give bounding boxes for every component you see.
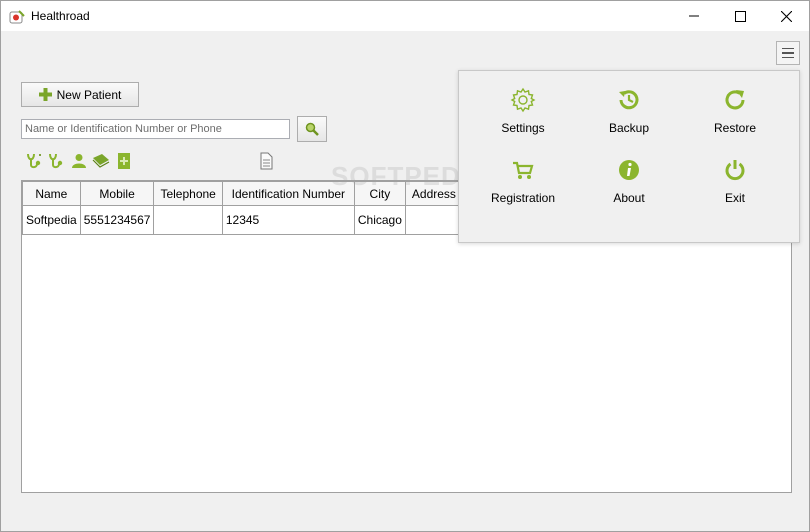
cell-city: Chicago [353, 205, 406, 235]
column-header-mobile[interactable]: Mobile [79, 181, 155, 206]
search-input[interactable] [21, 119, 290, 139]
maximize-icon [734, 10, 746, 22]
window-title: Healthroad [31, 9, 90, 23]
menu-item-label: About [613, 191, 645, 205]
close-button[interactable] [763, 1, 809, 31]
document-plus-icon[interactable] [115, 152, 133, 170]
column-header-telephone[interactable]: Telephone [153, 181, 223, 206]
search-button[interactable] [297, 116, 327, 142]
cell-mobile: 5551234567 [79, 205, 155, 235]
table-row[interactable]: Softpedia 5551234567 12345 Chicago [22, 205, 463, 235]
menu-item-restore[interactable]: Restore [685, 83, 785, 145]
report-document-icon[interactable] [257, 152, 275, 170]
menu-item-label: Backup [608, 121, 650, 135]
main-menu-panel: Settings Backup Restore Registration Abo… [458, 70, 800, 243]
menu-item-settings[interactable]: Settings [473, 83, 573, 145]
maximize-button[interactable] [717, 1, 763, 31]
power-icon [725, 160, 745, 181]
hamburger-line [782, 47, 794, 50]
menu-item-exit[interactable]: Exit [685, 153, 785, 215]
menu-item-label: Settings [501, 121, 545, 135]
hamburger-line [782, 52, 794, 54]
menu-item-registration[interactable]: Registration [473, 153, 573, 215]
app-logo-icon [9, 10, 25, 24]
user-icon[interactable] [70, 152, 88, 170]
cell-name: Softpedia [22, 205, 81, 235]
plus-icon [38, 88, 52, 101]
cart-icon [513, 161, 534, 179]
add-patient-stethoscope-icon[interactable] [25, 152, 43, 170]
info-icon [619, 160, 639, 180]
menu-item-about[interactable]: About [579, 153, 679, 215]
app-window: Healthroad New Patient Name or Identific… [0, 0, 810, 532]
refresh-icon [725, 90, 745, 110]
new-patient-button[interactable]: New Patient [21, 82, 139, 107]
close-icon [780, 10, 792, 22]
column-header-name[interactable]: Name [22, 181, 81, 206]
gear-icon [510, 87, 536, 113]
cell-telephone [153, 205, 223, 235]
menu-item-label: Registration [490, 191, 556, 205]
minimize-icon [689, 15, 699, 17]
menu-item-backup[interactable]: Backup [579, 83, 679, 145]
cell-identification-number: 12345 [221, 205, 355, 235]
menu-toggle-button[interactable] [776, 41, 800, 65]
title-bar[interactable]: Healthroad [1, 1, 809, 31]
cell-address [404, 205, 463, 235]
menu-item-label: Restore [713, 121, 757, 135]
search-icon [305, 122, 319, 136]
minimize-button[interactable] [671, 1, 717, 31]
history-icon [619, 90, 639, 110]
edit-patient-stethoscope-icon[interactable] [47, 152, 65, 170]
hamburger-line [782, 56, 794, 59]
menu-item-label: Exit [724, 191, 745, 205]
new-patient-label: New Patient [56, 87, 122, 102]
notes-icon[interactable] [92, 152, 110, 170]
